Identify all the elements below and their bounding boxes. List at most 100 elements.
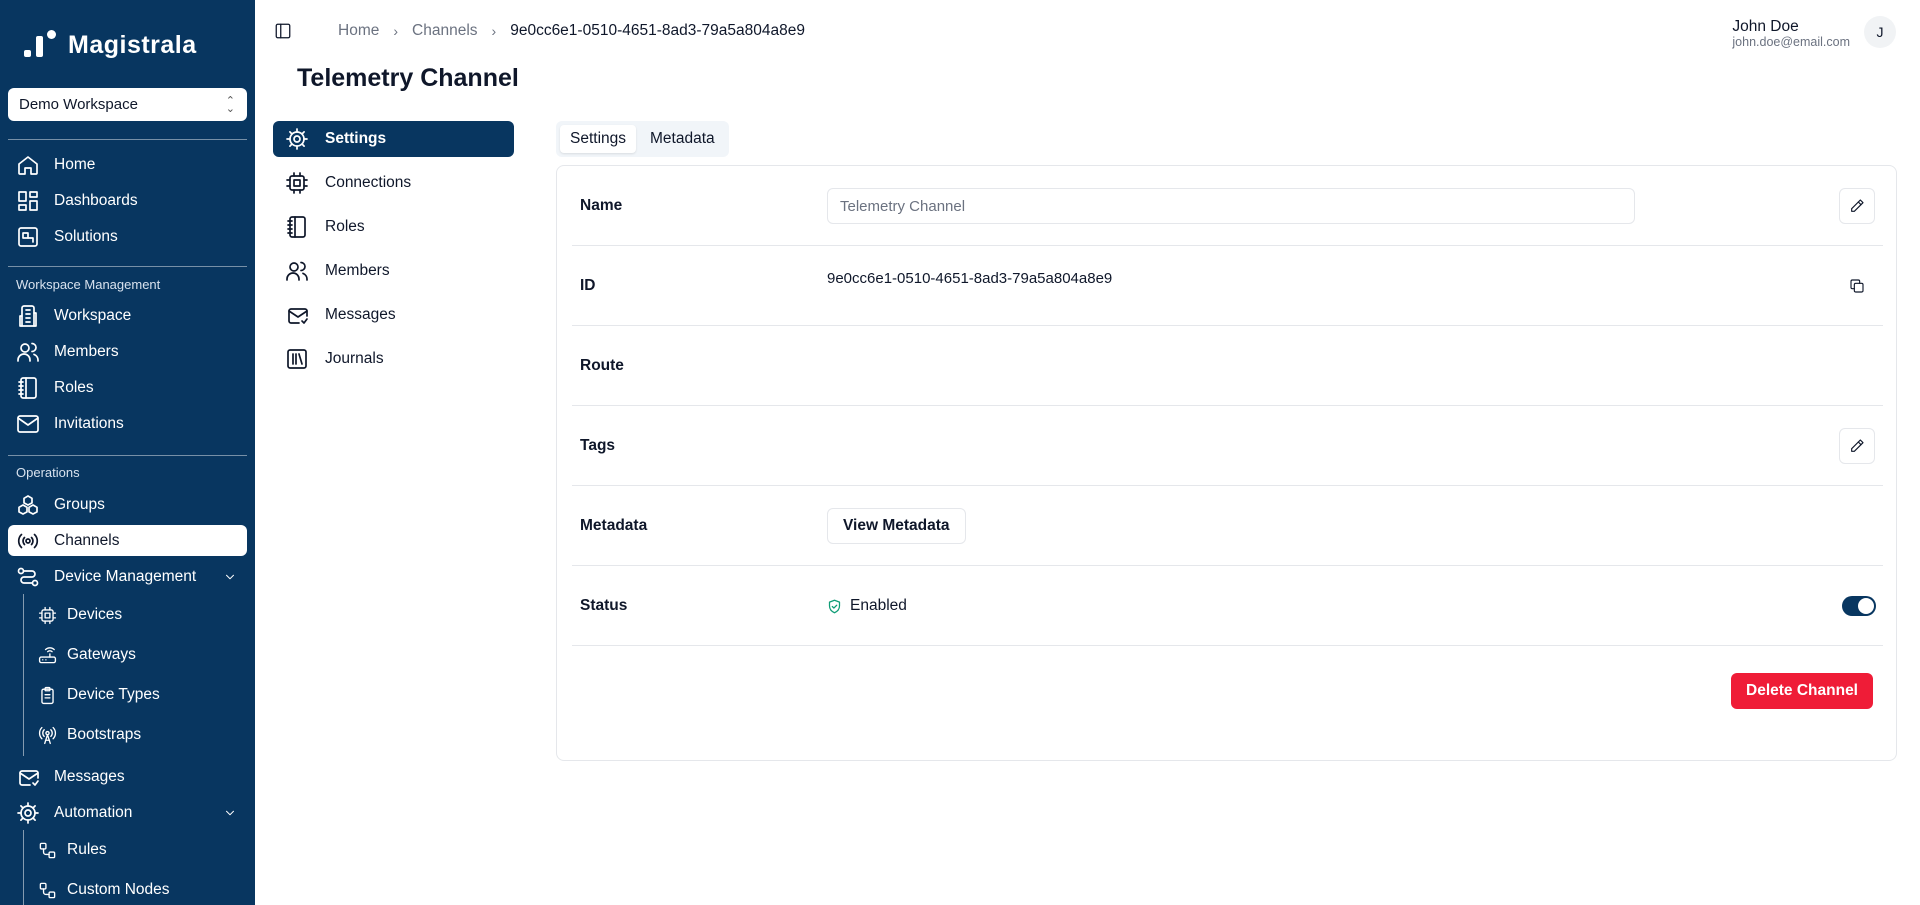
sidebar-item-dashboards[interactable]: Dashboards — [8, 185, 247, 216]
row-metadata: Metadata View Metadata — [572, 486, 1883, 566]
entity-menu-journals[interactable]: Journals — [273, 341, 514, 377]
sidebar-item-label: Home — [54, 155, 96, 173]
row-tags: Tags — [572, 406, 1883, 486]
entity-menu-settings[interactable]: Settings — [273, 121, 514, 157]
cog-icon — [286, 128, 308, 150]
sidebar-item-label: Roles — [54, 378, 94, 396]
mail-open-icon — [19, 769, 39, 786]
settings-card: Name ID 9e0cc6e1-0510-4651-8ad3-79a5a804… — [556, 165, 1897, 761]
sidebar-item-automation[interactable]: Automation — [8, 797, 247, 828]
edit-tags-button[interactable] — [1839, 428, 1875, 464]
sidebar-item-label: Dashboards — [54, 191, 138, 209]
metadata-label: Metadata — [580, 517, 648, 534]
id-value: 9e0cc6e1-0510-4651-8ad3-79a5a804a8e9 — [827, 270, 1113, 287]
breadcrumb-home[interactable]: Home — [338, 22, 379, 40]
router-icon — [38, 646, 57, 663]
entity-menu-roles[interactable]: Roles — [273, 209, 514, 245]
sidebar-item-messages[interactable]: Messages — [8, 761, 247, 792]
tab-settings[interactable]: Settings — [560, 125, 637, 153]
status-badge: Enabled — [827, 597, 907, 615]
sidebar-item-home[interactable]: Home — [8, 149, 247, 180]
home-icon — [18, 155, 38, 175]
edit-name-button[interactable] — [1839, 188, 1875, 224]
mail-open-icon — [288, 308, 308, 324]
library-icon — [287, 349, 307, 369]
entity-menu-label: Connections — [325, 174, 412, 191]
sidebar-item-label: Members — [54, 342, 119, 360]
chevrons-up-down-icon: ⌃ ⌄ — [225, 94, 235, 115]
sidebar-toggle-icon[interactable] — [274, 22, 292, 40]
radio-tower-icon — [38, 726, 57, 744]
sidebar-item-rules[interactable]: Rules — [38, 835, 107, 865]
breadcrumb-separator: › — [393, 23, 399, 39]
copy-icon — [1850, 279, 1864, 293]
route-label: Route — [580, 357, 624, 374]
sidebar-item-label: Gateways — [67, 646, 136, 663]
cpu-icon — [286, 172, 308, 194]
row-id: ID 9e0cc6e1-0510-4651-8ad3-79a5a804a8e9 — [572, 246, 1883, 326]
route-icon — [17, 567, 39, 586]
row-status: Status Enabled — [572, 566, 1883, 646]
delete-channel-button[interactable]: Delete Channel — [1731, 673, 1873, 709]
sidebar-item-label: Solutions — [54, 227, 118, 245]
sidebar-item-label: Invitations — [54, 414, 124, 432]
view-metadata-button[interactable]: View Metadata — [827, 508, 966, 544]
sidebar-item-device-management[interactable]: Device Management — [8, 561, 247, 592]
sidebar-item-label: Groups — [54, 495, 105, 513]
app-logo[interactable]: Magistrala — [22, 30, 197, 60]
sidebar-item-members[interactable]: Members — [8, 336, 247, 367]
tags-label: Tags — [580, 437, 616, 454]
magistrala-logo-icon — [22, 30, 58, 60]
status-toggle[interactable] — [1842, 596, 1876, 616]
avatar[interactable]: J — [1864, 16, 1896, 48]
sidebar-item-channels[interactable]: Channels — [8, 525, 247, 556]
entity-menu-connections[interactable]: Connections — [273, 165, 514, 201]
cog-icon — [17, 801, 39, 824]
workspace-select-value: Demo Workspace — [19, 96, 138, 113]
sidebar-item-gateways[interactable]: Gateways — [38, 640, 136, 670]
chevron-down-icon[interactable] — [223, 570, 237, 584]
users-icon — [17, 342, 39, 362]
breadcrumb-channels[interactable]: Channels — [412, 22, 478, 40]
groups-icon — [18, 494, 38, 515]
sidebar-item-solutions[interactable]: Solutions — [8, 221, 247, 252]
tab-metadata[interactable]: Metadata — [640, 125, 725, 153]
sidebar-divider — [8, 266, 247, 267]
entity-menu-members[interactable]: Members — [273, 253, 514, 289]
mail-icon — [17, 414, 39, 433]
section-label-operations: Operations — [16, 465, 80, 480]
sidebar-item-workspace[interactable]: Workspace — [8, 300, 247, 331]
entity-menu-label: Messages — [325, 306, 396, 323]
sidebar-item-roles[interactable]: Roles — [8, 372, 247, 403]
entity-menu-label: Members — [325, 262, 390, 279]
solutions-icon — [18, 226, 38, 247]
user-email: john.doe@email.com — [1732, 35, 1850, 49]
sidebar-divider — [8, 139, 247, 140]
sidebar-item-invitations[interactable]: Invitations — [8, 408, 247, 439]
users-icon — [286, 261, 308, 281]
pencil-icon — [1851, 199, 1864, 212]
name-label: Name — [580, 197, 623, 214]
workspace-select[interactable]: Demo Workspace ⌃ ⌄ — [8, 88, 247, 121]
sidebar-item-custom-nodes[interactable]: Custom Nodes — [38, 875, 170, 905]
sidebar-item-groups[interactable]: Groups — [8, 489, 247, 520]
chevron-down-icon[interactable] — [223, 806, 237, 820]
sidebar-item-label: Device Management — [54, 567, 197, 585]
name-field[interactable] — [827, 188, 1635, 224]
pencil-icon — [1851, 439, 1864, 452]
breadcrumb-separator: › — [491, 23, 497, 39]
entity-menu-messages[interactable]: Messages — [273, 297, 514, 333]
sidebar-item-devices[interactable]: Devices — [38, 600, 122, 630]
entity-menu-label: Journals — [325, 350, 384, 367]
sidebar-item-label: Device Types — [67, 686, 160, 703]
row-route: Route — [572, 326, 1883, 406]
cpu-icon — [38, 606, 57, 624]
user-info[interactable]: John Doe john.doe@email.com — [1732, 18, 1850, 49]
user-name: John Doe — [1732, 18, 1799, 35]
sidebar-item-device-types[interactable]: Device Types — [38, 680, 160, 710]
building-icon — [19, 304, 37, 327]
clipboard-icon — [41, 686, 54, 704]
sidebar-item-bootstraps[interactable]: Bootstraps — [38, 720, 141, 750]
breadcrumb: Home › Channels › 9e0cc6e1-0510-4651-8ad… — [338, 22, 805, 40]
copy-id-button[interactable] — [1847, 276, 1867, 296]
